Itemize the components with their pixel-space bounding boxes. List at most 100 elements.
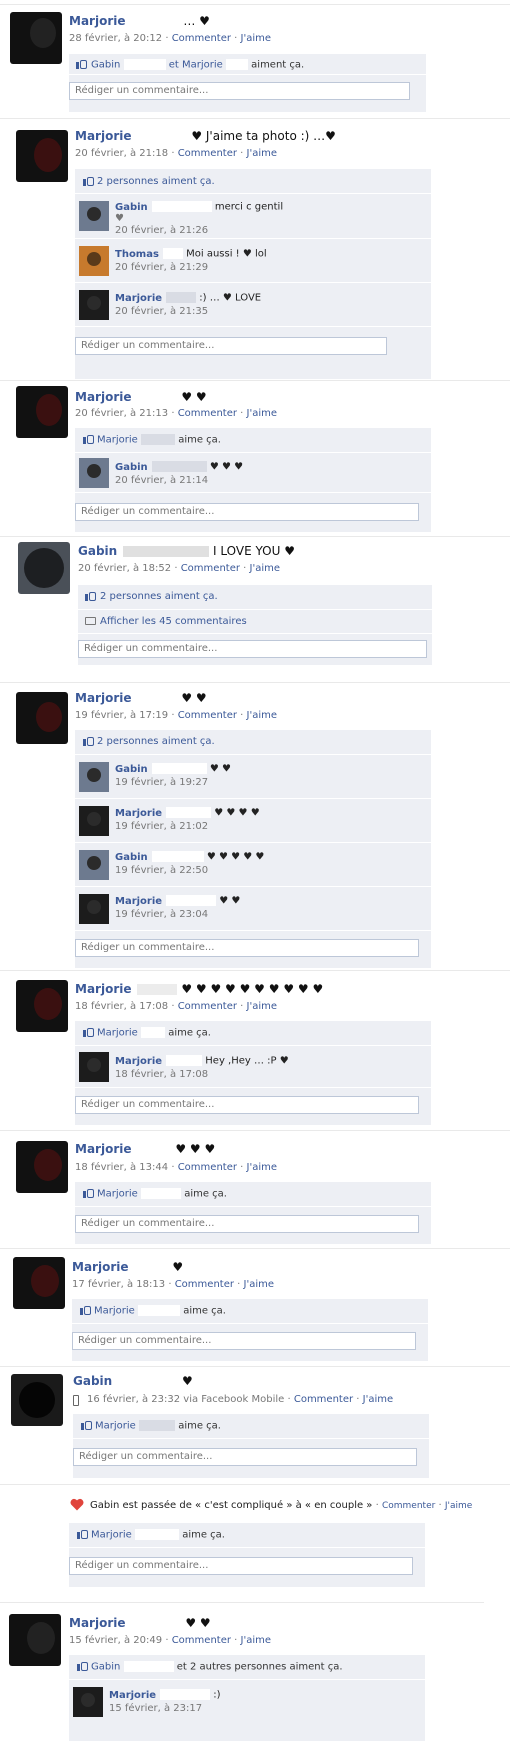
commenter-avatar[interactable] bbox=[79, 1052, 109, 1082]
commenter-name[interactable]: Gabin bbox=[115, 852, 148, 863]
post-date[interactable]: 18 février, à 13:44 bbox=[75, 1162, 168, 1173]
comment-input[interactable]: Rédiger un commentaire... bbox=[72, 1332, 416, 1350]
author-name[interactable]: Marjorie bbox=[69, 14, 125, 28]
commenter-name[interactable]: Thomas bbox=[115, 249, 159, 260]
comment-link[interactable]: Commenter bbox=[294, 1394, 353, 1405]
comment-date[interactable]: 19 février, à 19:27 bbox=[115, 777, 208, 788]
like-summary[interactable]: Gabin et Marjorie aiment ça. bbox=[69, 54, 426, 74]
comment-input[interactable]: Rédiger un commentaire... bbox=[75, 337, 387, 355]
commenter-avatar[interactable] bbox=[79, 850, 109, 880]
like-summary[interactable]: Gabin et 2 autres personnes aiment ça. bbox=[69, 1655, 425, 1679]
commenter-avatar[interactable] bbox=[73, 1687, 103, 1717]
comment-link[interactable]: Commenter bbox=[181, 563, 240, 574]
post-date[interactable]: 20 février, à 21:13 bbox=[75, 408, 168, 419]
like-link[interactable]: J'aime bbox=[241, 33, 272, 44]
show-all-comments[interactable]: Afficher les 45 commentaires bbox=[78, 609, 432, 634]
comment-date[interactable]: 18 février, à 17:08 bbox=[115, 1069, 208, 1080]
post-date[interactable]: 20 février, à 18:52 bbox=[78, 563, 171, 574]
author-name[interactable]: Gabin bbox=[73, 1374, 112, 1388]
commenter-name[interactable]: Marjorie bbox=[109, 1690, 156, 1701]
comment-date[interactable]: 20 février, à 21:14 bbox=[115, 475, 208, 486]
author-name[interactable]: Marjorie bbox=[69, 1616, 125, 1630]
avatar[interactable] bbox=[16, 1141, 68, 1193]
commenter-name[interactable]: Marjorie bbox=[115, 896, 162, 907]
like-summary[interactable]: Marjorie aime ça. bbox=[73, 1414, 429, 1438]
comment-link[interactable]: Commenter bbox=[178, 710, 237, 721]
comment-input[interactable]: Rédiger un commentaire... bbox=[69, 1557, 413, 1575]
comment-link[interactable]: Commenter bbox=[172, 33, 231, 44]
comment-link[interactable]: Commenter bbox=[382, 1501, 435, 1511]
commenter-name[interactable]: Gabin bbox=[115, 764, 148, 775]
comment-link[interactable]: Commenter bbox=[172, 1635, 231, 1646]
comment-input[interactable]: Rédiger un commentaire... bbox=[75, 503, 419, 521]
like-summary[interactable]: 2 personnes aiment ça. bbox=[78, 585, 432, 609]
comment-date[interactable]: 20 février, à 21:29 bbox=[115, 262, 208, 273]
like-link[interactable]: J'aime bbox=[247, 710, 278, 721]
commenter-avatar[interactable] bbox=[79, 290, 109, 320]
like-summary[interactable]: Marjorie aime ça. bbox=[75, 1182, 431, 1206]
post-date[interactable]: 28 février, à 20:12 bbox=[69, 33, 162, 44]
like-link[interactable]: J'aime bbox=[247, 1162, 278, 1173]
avatar[interactable] bbox=[16, 130, 68, 182]
commenter-avatar[interactable] bbox=[79, 246, 109, 276]
avatar[interactable] bbox=[16, 980, 68, 1032]
comment-input[interactable]: Rédiger un commentaire... bbox=[75, 1096, 419, 1114]
avatar[interactable] bbox=[16, 386, 68, 438]
comment-link[interactable]: Commenter bbox=[178, 1001, 237, 1012]
like-link[interactable]: J'aime bbox=[247, 148, 278, 159]
commenter-avatar[interactable] bbox=[79, 201, 109, 231]
comment-input[interactable]: Rédiger un commentaire... bbox=[78, 640, 427, 658]
author-name[interactable]: Marjorie bbox=[75, 390, 131, 404]
like-summary[interactable]: Marjorie aime ça. bbox=[72, 1299, 428, 1323]
like-summary[interactable]: 2 personnes aiment ça. bbox=[75, 730, 431, 754]
commenter-avatar[interactable] bbox=[79, 806, 109, 836]
comment-date[interactable]: 20 février, à 21:35 bbox=[115, 306, 208, 317]
author-name[interactable]: Marjorie bbox=[75, 1142, 131, 1156]
commenter-avatar[interactable] bbox=[79, 458, 109, 488]
commenter-name[interactable]: Marjorie bbox=[115, 808, 162, 819]
avatar[interactable] bbox=[18, 542, 70, 594]
like-summary[interactable]: 2 personnes aiment ça. bbox=[75, 169, 431, 193]
comment-link[interactable]: Commenter bbox=[178, 148, 237, 159]
like-link[interactable]: J'aime bbox=[445, 1501, 472, 1511]
comment-date[interactable]: 15 février, à 23:17 bbox=[109, 1703, 202, 1714]
like-link[interactable]: J'aime bbox=[247, 408, 278, 419]
comment-input[interactable]: Rédiger un commentaire... bbox=[75, 939, 419, 957]
like-link[interactable]: J'aime bbox=[247, 1001, 278, 1012]
author-name[interactable]: Gabin bbox=[78, 544, 117, 558]
author-name[interactable]: Marjorie bbox=[75, 691, 131, 705]
avatar[interactable] bbox=[11, 1374, 63, 1426]
like-link[interactable]: J'aime bbox=[244, 1279, 275, 1290]
comment-date[interactable]: 19 février, à 21:02 bbox=[115, 821, 208, 832]
commenter-name[interactable]: Gabin bbox=[115, 462, 148, 473]
commenter-name[interactable]: Marjorie bbox=[115, 293, 162, 304]
author-name[interactable]: Marjorie bbox=[75, 982, 131, 996]
like-link[interactable]: J'aime bbox=[250, 563, 281, 574]
comment-date[interactable]: 19 février, à 23:04 bbox=[115, 909, 208, 920]
like-summary[interactable]: Marjorie aime ça. bbox=[75, 1021, 431, 1045]
like-link[interactable]: J'aime bbox=[363, 1394, 394, 1405]
post-date[interactable]: 17 février, à 18:13 bbox=[72, 1279, 165, 1290]
like-summary[interactable]: Marjorie aime ça. bbox=[75, 428, 431, 452]
post-date[interactable]: 18 février, à 17:08 bbox=[75, 1001, 168, 1012]
comment-date[interactable]: 20 février, à 21:26 bbox=[115, 225, 208, 236]
comment-input[interactable]: Rédiger un commentaire... bbox=[75, 1215, 419, 1233]
like-link[interactable]: J'aime bbox=[241, 1635, 272, 1646]
like-summary[interactable]: Marjorie aime ça. bbox=[69, 1523, 425, 1547]
comment-link[interactable]: Commenter bbox=[178, 408, 237, 419]
post-date[interactable]: 16 février, à 23:32 via Facebook Mobile bbox=[87, 1394, 284, 1405]
post-date[interactable]: 20 février, à 21:18 bbox=[75, 148, 168, 159]
commenter-avatar[interactable] bbox=[79, 762, 109, 792]
commenter-name[interactable]: Gabin bbox=[115, 202, 148, 213]
comment-link[interactable]: Commenter bbox=[178, 1162, 237, 1173]
author-name[interactable]: Marjorie bbox=[75, 129, 131, 143]
comment-input[interactable]: Rédiger un commentaire... bbox=[69, 82, 410, 100]
comment-date[interactable]: 19 février, à 22:50 bbox=[115, 865, 208, 876]
author-name[interactable]: Marjorie bbox=[72, 1260, 128, 1274]
avatar[interactable] bbox=[10, 12, 62, 64]
avatar[interactable] bbox=[13, 1257, 65, 1309]
avatar[interactable] bbox=[16, 692, 68, 744]
avatar[interactable] bbox=[9, 1614, 61, 1666]
commenter-avatar[interactable] bbox=[79, 894, 109, 924]
comment-input[interactable]: Rédiger un commentaire... bbox=[73, 1448, 417, 1466]
